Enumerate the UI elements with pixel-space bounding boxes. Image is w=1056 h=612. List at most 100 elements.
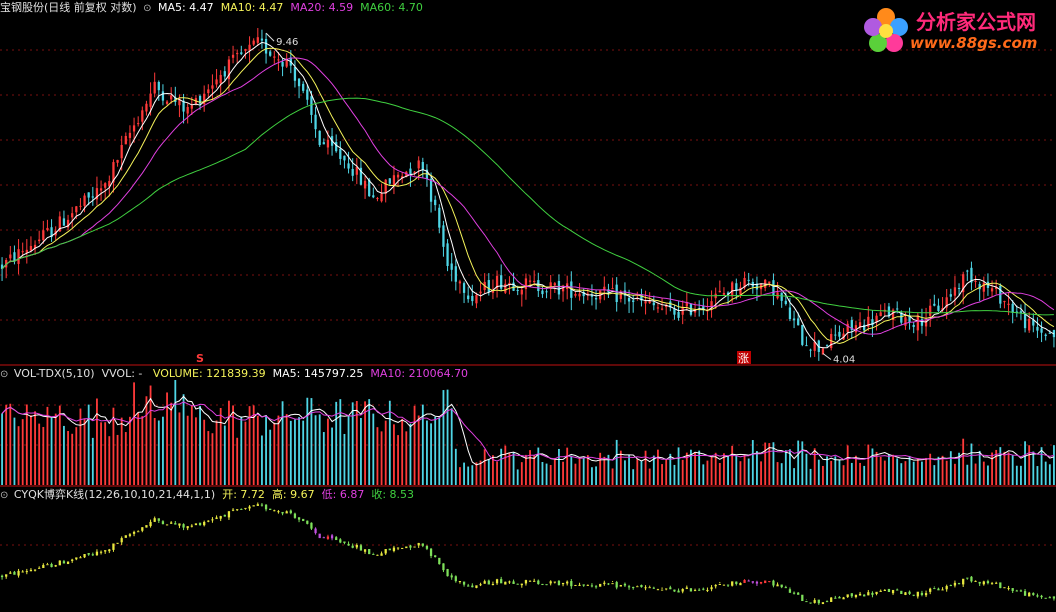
candle-body [87,192,90,198]
cyqk-body [42,564,45,569]
cyqk-body [1003,587,1006,589]
volume-header: ⊙ VOL-TDX(5,10) VVOL: - VOLUME: 121839.3… [0,367,468,382]
candle-body [772,280,775,296]
candle-body [632,300,635,302]
candle-body [450,263,453,270]
candle-body [825,345,829,347]
ma20-value: MA20: 4.59 [290,1,354,14]
candle-body [801,324,804,345]
cyqk-body [434,555,437,558]
candle-body [380,193,383,202]
candle-body [471,295,474,302]
candle-body [957,287,961,289]
cyqk-body [627,586,631,588]
cyqk-body [178,523,181,526]
candle-body [322,142,325,145]
cyqk-body [450,575,453,578]
cyqk-body [50,563,53,568]
candle-body [784,300,787,304]
cyqk-body [524,580,528,584]
cyqk-body [978,581,981,584]
candle-body [339,148,342,159]
cyqk-body [190,525,193,527]
candle-body [1036,326,1039,331]
vol-indicator-name[interactable]: VOL-TDX(5,10) [14,367,95,380]
stock-title[interactable]: 宝钢股份(日线 前复权 对数) [0,1,137,14]
cyqk-body [339,539,342,543]
cyqk-body [619,585,622,587]
candle-body [648,300,651,304]
cyqk-body [87,553,90,555]
candle-body [1023,313,1027,329]
cyqk-body [896,589,899,591]
vvol-value: VVOL: - [101,367,143,380]
cyqk-body [17,570,20,576]
candle-body [788,307,792,320]
cyqk-body [673,589,676,592]
candle-body [656,307,660,309]
candle-body [186,106,189,114]
chart-stage[interactable]: 9.46 4.04 S 涨 宝钢股份(日线 前复权 对数) ⊙ MA5: 4.47 M… [0,0,1056,608]
cyqk-body [483,581,486,584]
cyqk-body [405,546,408,549]
candle-body [207,89,210,94]
cyqk-body [553,581,556,583]
candle-body [937,305,940,311]
volume-ma5-line [1,395,1055,466]
cyqk-body [710,587,713,590]
candle-body [161,91,165,101]
cyqk-body [421,543,424,546]
cyqk-body [413,546,416,548]
candle-body [1040,328,1043,333]
cyqk-body [401,547,404,549]
candle-body [128,132,132,138]
cyqk-body [953,582,957,586]
cyqk-body [137,531,140,533]
cyqk-body [475,585,478,588]
cyqk-body [660,589,664,591]
cyqk-body [442,563,445,571]
candle-body [17,249,20,264]
volume-value: VOLUME: 121839.39 [152,367,266,380]
cyqk-body [1023,591,1027,596]
cyqk-body [858,593,862,596]
cyqk-body [698,589,701,591]
candle-body [545,291,548,293]
candle-body [42,230,45,241]
cyqk-body [644,587,647,589]
cyqk-body [916,591,919,597]
vol-ma10-value: MA10: 210064.70 [370,367,469,380]
collapse-icon[interactable]: ⊙ [143,3,151,14]
cyqk-indicator-name[interactable]: CYQK博弈K线(12,26,10,10,21,44,1,1) [14,488,215,501]
candle-body [71,213,74,218]
candle-body [434,199,437,206]
cyqk-body [887,588,891,593]
candle-body [557,280,561,295]
candle-body [718,290,721,293]
candle-body [990,288,994,292]
cyqk-body [285,511,288,514]
cyqk-body [1052,596,1056,599]
cyqk-body [685,587,688,589]
cyqk-body [186,526,189,529]
cyqk-body [561,582,565,585]
candle-body [731,282,734,297]
candle-body [165,101,169,104]
collapse-icon[interactable]: ⊙ [0,490,8,501]
candle-body [252,40,255,45]
cyqk-body [318,533,321,539]
cyqk-body [91,554,94,556]
candle-body [281,61,284,67]
candle-body [83,195,86,206]
stock-chart[interactable]: 9.46 4.04 S 涨 [0,0,1056,608]
collapse-icon[interactable]: ⊙ [0,369,8,380]
candle-body [929,305,932,316]
cyqk-body [656,589,660,591]
candle-body [231,54,235,58]
cyqk-body [219,516,222,519]
site-logo[interactable]: 分析家公式网 www.88gs.com [858,4,1054,58]
cyqk-body [306,520,309,524]
candle-body [524,278,528,290]
cyqk-body [574,584,577,586]
cyqk-body [582,584,585,586]
